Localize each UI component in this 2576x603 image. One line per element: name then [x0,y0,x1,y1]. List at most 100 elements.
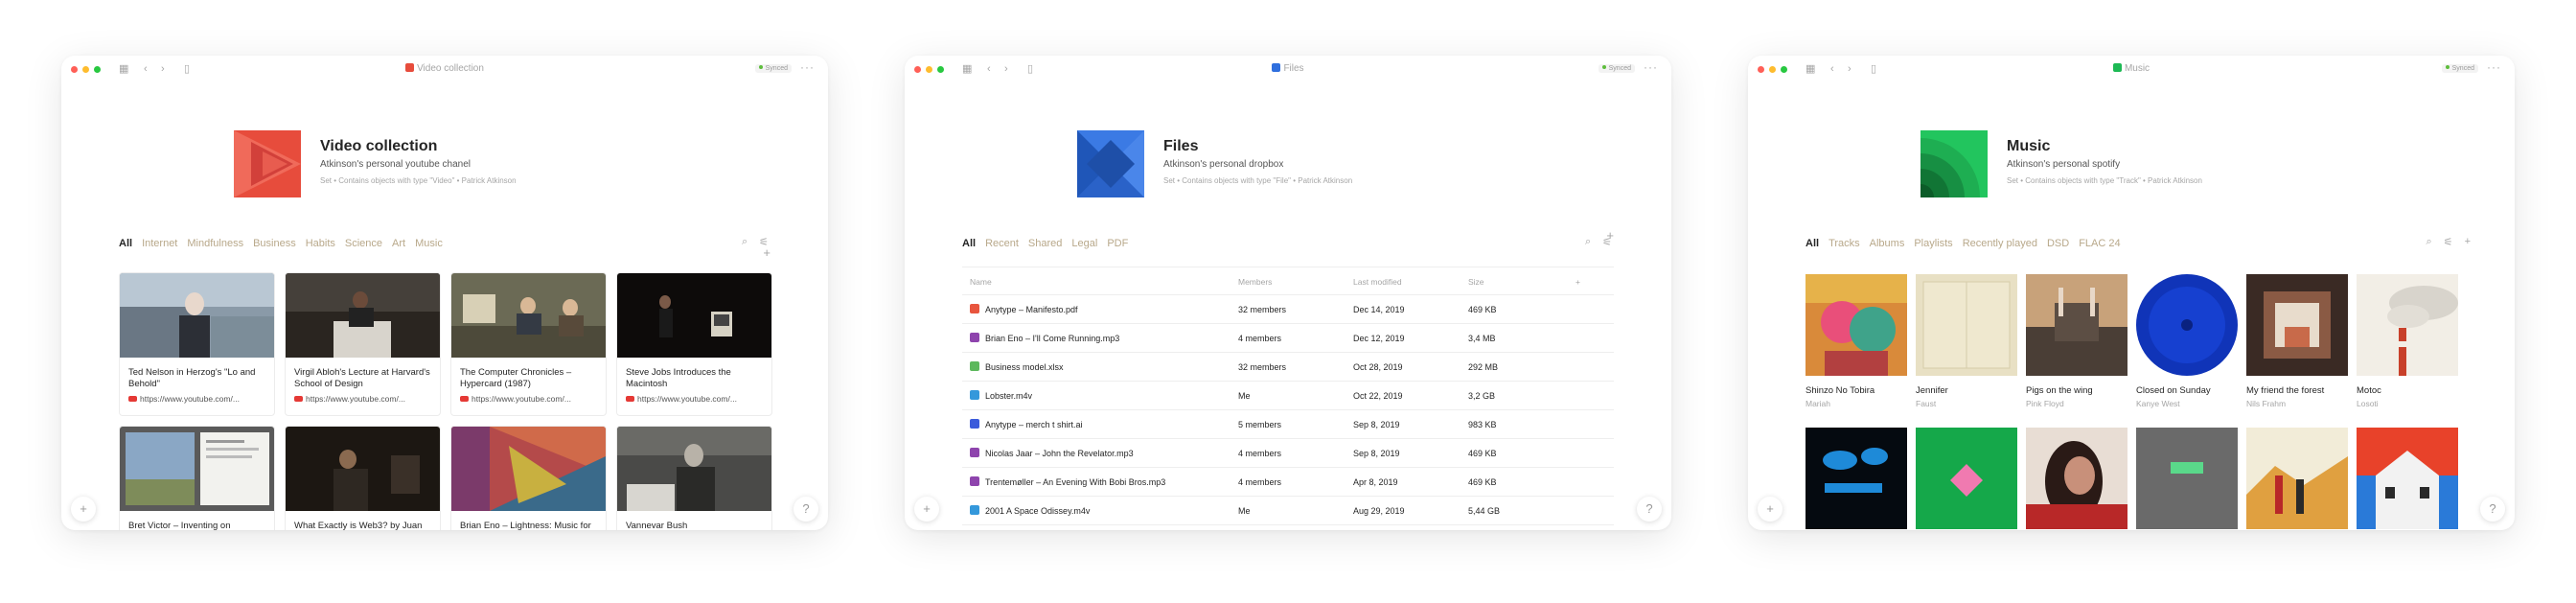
more-options-icon[interactable]: ··· [1644,60,1658,74]
table-row[interactable]: Business model.xlsx 32 members Oct 28, 2… [962,353,1614,382]
album-card[interactable] [2357,428,2458,530]
set-description[interactable]: Atkinson's personal youtube chanel [320,159,471,170]
more-options-icon[interactable]: ··· [800,60,815,74]
help-fab-button[interactable]: ? [2480,497,2505,522]
file-name[interactable]: Anytype – merch t shirt.ai [970,410,1083,439]
file-members: Me [1238,391,1251,401]
tab-recently-played[interactable]: Recently played [1963,238,2037,249]
table-row[interactable]: Anytype – merch t shirt.ai 5 members Sep… [962,410,1614,439]
album-artist: Nils Frahm [2246,399,2287,408]
more-options-icon[interactable]: ··· [2487,60,2501,74]
album-card[interactable]: Pigs on the wing Pink Floyd [2026,274,2128,428]
album-card[interactable] [1916,428,2017,530]
tab-tracks[interactable]: Tracks [1828,238,1860,249]
file-name[interactable]: 2001 A Space Odissey.m4v [970,497,1090,525]
tab-all[interactable]: All [962,238,976,249]
file-name[interactable]: Trentemøller – An Evening With Bobi Bros… [970,468,1165,497]
add-fab-button[interactable]: + [1758,497,1782,522]
tab-all[interactable]: All [119,238,132,249]
tab-flac-24[interactable]: FLAC 24 [2079,238,2120,249]
video-url-text: https://www.youtube.com/... [140,394,240,404]
tab-playlists[interactable]: Playlists [1914,238,1952,249]
tab-art[interactable]: Art [392,238,405,249]
file-size: 292 MB [1468,362,1499,372]
video-url[interactable]: https://www.youtube.com/... [451,392,606,406]
file-name[interactable]: Brian Eno – I'll Come Running.mp3 [970,324,1119,353]
album-card[interactable]: Motoc Losoti [2357,274,2458,428]
add-object-icon[interactable]: + [1606,228,1614,243]
video-card[interactable]: Vannevar Bush [616,426,772,530]
sync-status-dot-icon [2445,65,2450,69]
tab-shared[interactable]: Shared [1028,238,1062,249]
column-header-last-modified[interactable]: Last modified [1353,267,1402,296]
table-row[interactable]: Nicolas Jaar – John the Revelator.mp3 4 … [962,439,1614,468]
tab-music[interactable]: Music [415,238,443,249]
table-row[interactable]: Lobster.m4v Me Oct 22, 2019 3,2 GB [962,382,1614,410]
video-card[interactable]: What Exactly is Web3? by Juan [285,426,441,530]
tab-dsd[interactable]: DSD [2047,238,2069,249]
synced-badge[interactable]: Synced [2441,64,2478,73]
video-card[interactable]: Virgil Abloh's Lecture at Harvard's Scho… [285,272,441,416]
view-tools: ⌕ ⚟ + [2426,236,2471,248]
title-bar: ▦ ‹ › ▯ Music Synced ··· [1748,56,2515,82]
file-name[interactable]: Business model.xlsx [970,353,1064,382]
table-row[interactable]: Brian Eno – I'll Come Running.mp3 4 memb… [962,324,1614,353]
album-card[interactable]: Shinzo No Tobira Mariah [1806,274,1907,428]
table-row[interactable]: Anytype – Manifesto.pdf 32 members Dec 1… [962,295,1614,324]
video-card[interactable]: Steve Jobs Introduces the Macintosh http… [616,272,772,416]
window-title: Music [1748,63,2515,74]
help-fab-button[interactable]: ? [794,497,818,522]
tab-science[interactable]: Science [345,238,382,249]
video-card[interactable]: Ted Nelson in Herzog's "Lo and Behold" h… [119,272,275,416]
video-card[interactable]: Bret Victor – Inventing on [119,426,275,530]
table-row[interactable]: Trentemøller – An Evening With Bobi Bros… [962,468,1614,497]
filter-icon[interactable]: ⚟ [2444,236,2453,248]
tab-business[interactable]: Business [253,238,296,249]
tab-internet[interactable]: Internet [142,238,177,249]
tab-all[interactable]: All [1806,238,1819,249]
set-title[interactable]: Video collection [320,138,437,155]
album-card[interactable]: Closed on Sunday Kanye West [2136,274,2238,428]
synced-badge[interactable]: Synced [754,64,792,73]
search-icon[interactable]: ⌕ [1585,236,1591,248]
album-card[interactable] [2136,428,2238,530]
tab-recent[interactable]: Recent [985,238,1019,249]
set-description[interactable]: Atkinson's personal dropbox [1163,159,1283,170]
video-url[interactable]: https://www.youtube.com/... [286,392,440,406]
illustrator-file-icon [970,419,979,429]
set-title[interactable]: Music [2007,138,2050,155]
video-url[interactable]: https://www.youtube.com/... [617,392,771,406]
tab-albums[interactable]: Albums [1870,238,1905,249]
help-fab-button[interactable]: ? [1637,497,1662,522]
video-url[interactable]: https://www.youtube.com/... [120,392,274,406]
add-object-icon[interactable]: + [763,245,770,260]
tab-legal[interactable]: Legal [1071,238,1097,249]
album-card[interactable] [1806,428,1907,530]
synced-badge[interactable]: Synced [1598,64,1635,73]
column-header-name[interactable]: Name [970,267,992,296]
tab-mindfulness[interactable]: Mindfulness [187,238,243,249]
pdf-file-icon [970,304,979,313]
add-fab-button[interactable]: + [71,497,96,522]
set-title[interactable]: Files [1163,138,1198,155]
album-card[interactable] [2246,428,2348,530]
set-description[interactable]: Atkinson's personal spotify [2007,159,2120,170]
tab-pdf[interactable]: PDF [1107,238,1128,249]
add-column-button[interactable]: + [1576,267,1580,296]
video-card[interactable]: The Computer Chronicles – Hypercard (198… [450,272,607,416]
search-icon[interactable]: ⌕ [2426,236,2432,248]
column-header-members[interactable]: Members [1238,267,1272,296]
file-name[interactable]: Nicolas Jaar – John the Revelator.mp3 [970,439,1134,468]
column-header-size[interactable]: Size [1468,267,1484,296]
search-icon[interactable]: ⌕ [742,236,748,248]
file-name[interactable]: Anytype – Manifesto.pdf [970,295,1078,324]
tab-habits[interactable]: Habits [306,238,335,249]
album-card[interactable] [2026,428,2128,530]
video-card[interactable]: Brian Eno – Lightness: Music for [450,426,607,530]
file-name[interactable]: Lobster.m4v [970,382,1032,410]
album-card[interactable]: Jennifer Faust [1916,274,2017,428]
add-fab-button[interactable]: + [914,497,939,522]
album-card[interactable]: My friend the forest Nils Frahm [2246,274,2348,428]
add-object-icon[interactable]: + [2465,236,2471,248]
table-row[interactable]: 2001 A Space Odissey.m4v Me Aug 29, 2019… [962,497,1614,525]
